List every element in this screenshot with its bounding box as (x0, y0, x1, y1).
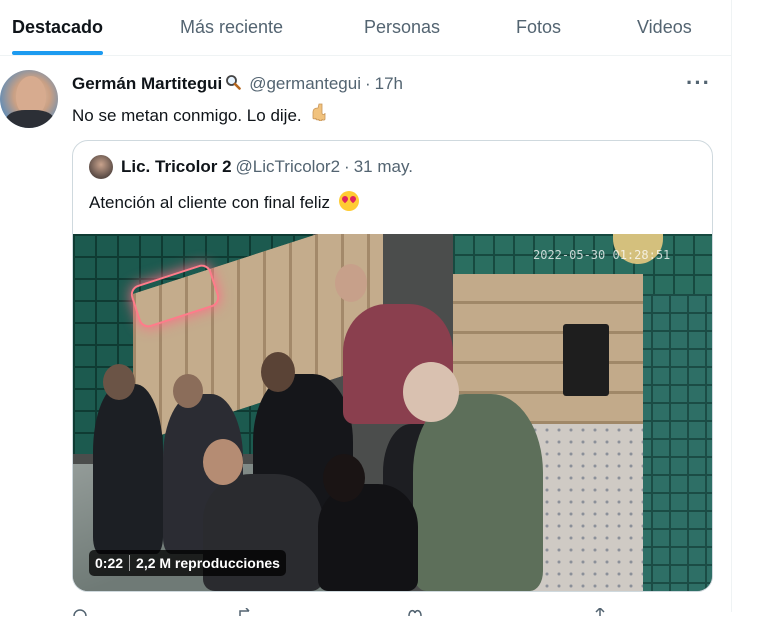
tab-mas-reciente[interactable]: Más reciente (180, 0, 283, 55)
tab-label: Personas (364, 17, 441, 37)
avatar-shirt (6, 110, 54, 128)
video-person-head (323, 454, 365, 502)
tweet-actions (72, 604, 632, 617)
tab-videos[interactable]: Videos (637, 0, 692, 55)
video-person (413, 394, 543, 591)
more-options-icon[interactable]: ··· (686, 70, 711, 96)
video-timestamp-overlay: 2022-05-30 01:28:51 (533, 248, 671, 262)
tweet-time[interactable]: 17h (375, 74, 403, 94)
avatar[interactable] (0, 70, 58, 128)
quoted-tweet[interactable]: Lic. Tricolor 2 @LicTricolor2 · 31 may. … (72, 140, 713, 592)
heart-eyes-emoji-icon (338, 191, 359, 211)
tab-label: Fotos (516, 17, 562, 37)
video-person-head (103, 364, 135, 400)
pointing-down-hand-icon (312, 103, 328, 125)
tab-label: Más reciente (180, 17, 284, 37)
author-name[interactable]: Germán Martitegui (72, 74, 222, 94)
tweet-text-content: No se metan conmigo. Lo dije. (72, 106, 302, 125)
magnifying-glass-icon (225, 74, 242, 94)
quoted-tweet-header: Lic. Tricolor 2 @LicTricolor2 · 31 may. (89, 155, 413, 179)
quoted-date: 31 may. (353, 157, 413, 176)
video-duration: 0:22 (95, 555, 124, 571)
author-handle[interactable]: @germantegui (249, 74, 361, 94)
video-person-head (173, 374, 203, 408)
video-scene-bin (563, 324, 609, 396)
quoted-avatar (89, 155, 113, 179)
tab-label: Videos (637, 17, 692, 37)
video-scene-tiles (633, 294, 712, 591)
video-person-head (261, 352, 295, 392)
tab-label: Destacado (12, 17, 104, 37)
video-player[interactable]: 2022-05-30 01:28:51 0:22 2,2 M reproducc… (73, 234, 712, 591)
separator-dot: · (364, 74, 371, 93)
quoted-author-handle: @LicTricolor2 (235, 157, 341, 176)
video-person (318, 484, 418, 591)
separator-dot: · (344, 157, 350, 176)
quoted-author-name: Lic. Tricolor 2 (121, 157, 232, 176)
tab-personas[interactable]: Personas (364, 0, 440, 55)
quoted-text-content: Atención al cliente con final feliz (89, 193, 330, 212)
timeline-border (731, 0, 732, 612)
tweet-text: No se metan conmigo. Lo dije. (72, 103, 328, 126)
quoted-tweet-text: Atención al cliente con final feliz (89, 188, 359, 213)
video-person-head (403, 362, 459, 422)
badge-divider (129, 555, 131, 571)
tweet-header: Germán Martitegui @germantegui · 17h (72, 74, 403, 94)
video-person-head (335, 264, 367, 302)
video-views: 2,2 M reproducciones (136, 555, 280, 571)
video-person (93, 384, 163, 554)
tab-fotos[interactable]: Fotos (516, 0, 561, 55)
active-tab-indicator (12, 51, 104, 55)
video-info-badge: 0:22 2,2 M reproducciones (89, 550, 286, 576)
search-tabs: Destacado Más reciente Personas Fotos Vi… (0, 0, 731, 56)
tab-destacado[interactable]: Destacado (12, 0, 104, 55)
video-person-head (203, 439, 243, 485)
